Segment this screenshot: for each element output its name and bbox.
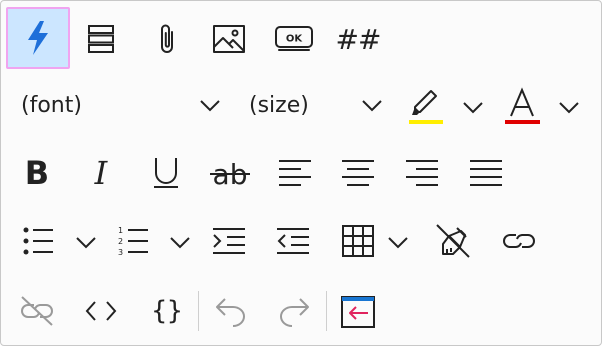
undo-button[interactable]: [210, 291, 252, 331]
markdown-button[interactable]: ##: [335, 19, 382, 59]
chevron-down-icon: [76, 237, 96, 249]
code-block-button[interactable]: {}: [147, 291, 187, 331]
indent-icon: [213, 228, 245, 254]
align-center-button[interactable]: [338, 153, 378, 193]
numbered-list-dropdown[interactable]: [167, 230, 193, 254]
unlink-button[interactable]: [16, 291, 58, 331]
svg-text:1: 1: [118, 226, 123, 235]
bold-button[interactable]: B: [17, 153, 57, 193]
bullet-list-dropdown[interactable]: [73, 230, 99, 254]
redo-button[interactable]: [273, 291, 315, 331]
underline-icon: [154, 158, 178, 188]
code-icon: [85, 301, 117, 321]
rows-icon: [88, 25, 114, 53]
editor-toolbar: OK ## (font) (size) B I ab 1 2 3 {}: [0, 0, 602, 346]
svg-text:3: 3: [118, 248, 123, 257]
toolbar-separator: [326, 291, 327, 331]
embed-icon: [341, 296, 375, 328]
ok-button-icon: OK: [275, 26, 313, 51]
numbered-list-icon: 1 2 3: [118, 226, 148, 257]
bullet-list-button[interactable]: [18, 221, 58, 261]
indent-button[interactable]: [209, 221, 249, 261]
paperclip-icon: [161, 24, 173, 53]
embed-button[interactable]: [337, 291, 379, 331]
highlight-marker-icon: [409, 90, 443, 124]
unlink-icon: [21, 296, 53, 326]
font-family-value: (font): [21, 93, 82, 118]
svg-text:2: 2: [118, 237, 123, 246]
italic-button[interactable]: I: [81, 153, 121, 193]
font-color-dropdown[interactable]: [556, 95, 582, 119]
link-icon: [503, 234, 535, 248]
justify-button[interactable]: [466, 153, 506, 193]
table-button[interactable]: [338, 221, 378, 261]
table-icon: [342, 225, 374, 257]
inline-code-button[interactable]: [81, 291, 121, 331]
justify-icon: [470, 160, 502, 186]
highlight-color-button[interactable]: [405, 85, 445, 127]
markdown-hash-icon: ##: [335, 22, 382, 56]
redo-icon: [280, 298, 309, 327]
italic-icon: I: [94, 154, 108, 192]
table-dropdown[interactable]: [385, 230, 411, 254]
align-right-icon: [406, 160, 438, 186]
undo-icon: [216, 298, 245, 327]
font-size-dropdown[interactable]: (size): [249, 90, 383, 124]
numbered-list-button[interactable]: 1 2 3: [113, 221, 153, 261]
link-button[interactable]: [498, 221, 540, 261]
chevron-down-icon: [362, 100, 382, 112]
attach-button[interactable]: [147, 19, 187, 59]
outdent-button[interactable]: [273, 221, 313, 261]
image-button[interactable]: [209, 19, 249, 59]
bold-icon: B: [24, 154, 50, 192]
strikethrough-button[interactable]: ab: [207, 153, 253, 193]
chevron-down-icon: [170, 237, 190, 249]
rows-button[interactable]: [81, 19, 121, 59]
align-left-button[interactable]: [275, 153, 315, 193]
chevron-down-icon: [463, 102, 483, 114]
align-right-button[interactable]: [402, 153, 442, 193]
font-color-button[interactable]: [501, 85, 543, 127]
code-block-icon: {}: [151, 296, 183, 326]
font-color-icon: [505, 87, 540, 124]
lightning-button[interactable]: [6, 7, 70, 69]
underline-button[interactable]: [146, 153, 186, 193]
image-icon: [213, 25, 245, 53]
highlight-color-dropdown[interactable]: [460, 95, 486, 119]
strikethrough-icon: ab: [210, 158, 250, 191]
ok-button-label: OK: [286, 34, 304, 45]
outdent-icon: [277, 228, 309, 254]
chevron-down-icon: [559, 102, 579, 114]
bullet-list-icon: [23, 227, 53, 255]
clear-formatting-icon: [436, 224, 470, 258]
font-family-dropdown[interactable]: (font): [21, 90, 221, 124]
align-left-icon: [279, 160, 311, 186]
clear-formatting-button[interactable]: [432, 221, 474, 261]
align-center-icon: [342, 160, 374, 186]
lightning-icon: [28, 21, 48, 55]
chevron-down-icon: [388, 237, 408, 249]
ok-button-insert[interactable]: OK: [273, 19, 315, 59]
font-size-value: (size): [249, 93, 309, 118]
toolbar-separator: [198, 291, 199, 331]
chevron-down-icon: [200, 100, 220, 112]
